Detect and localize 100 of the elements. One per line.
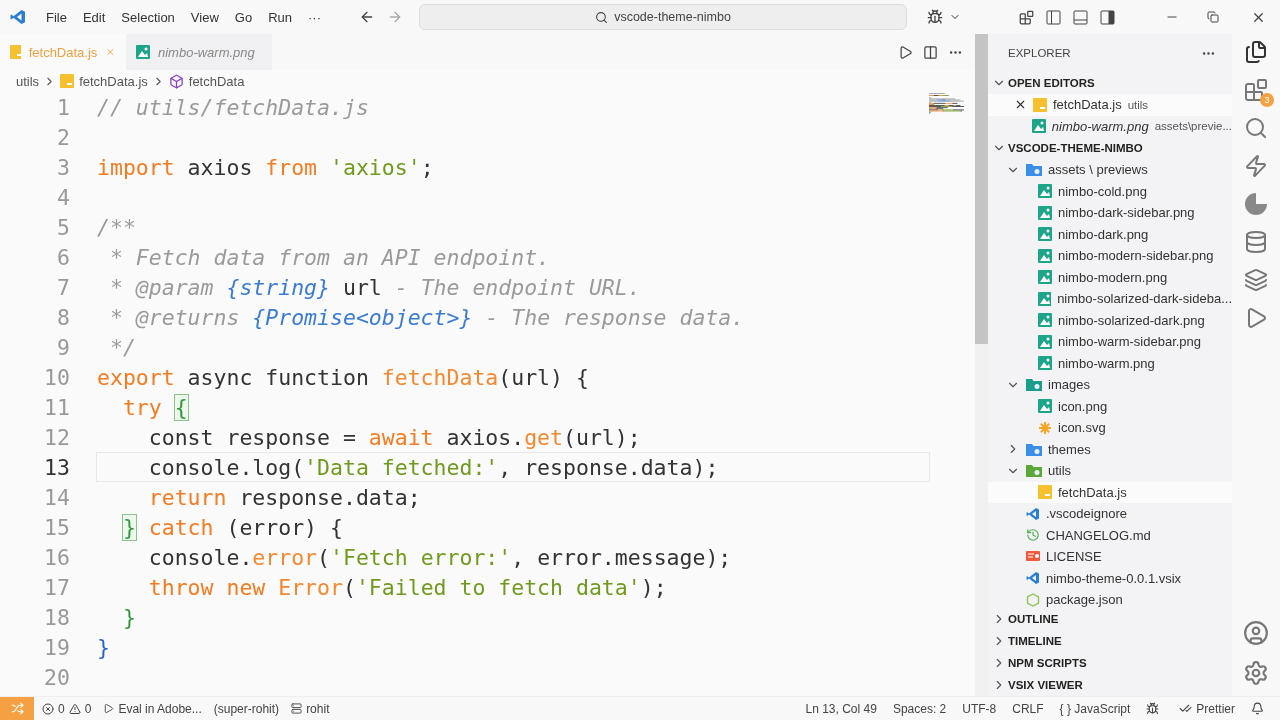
bell-icon[interactable] bbox=[1251, 702, 1264, 715]
image-file-icon bbox=[1038, 227, 1052, 242]
back-arrow-icon[interactable] bbox=[359, 9, 375, 25]
status-text[interactable]: Spaces: 2 bbox=[892, 701, 947, 716]
code-line: } bbox=[96, 633, 111, 662]
line-number: 20 bbox=[43, 664, 70, 690]
status-text[interactable]: rohit bbox=[306, 701, 330, 716]
database-icon[interactable] bbox=[1244, 230, 1268, 254]
explorer-row[interactable]: nimbo-dark-sidebar.png bbox=[988, 202, 1232, 224]
code-line: /** bbox=[96, 213, 137, 242]
tab-label: fetchData.js bbox=[28, 44, 98, 60]
section-header[interactable]: VSCODE-THEME-NIMBO bbox=[988, 137, 1232, 159]
restore-icon[interactable] bbox=[1207, 11, 1219, 23]
menu-item[interactable]: Edit bbox=[74, 9, 114, 25]
explorer-row[interactable]: .vscodeignore bbox=[988, 503, 1232, 525]
file-name: nimbo-solarized-dark.png bbox=[1058, 312, 1205, 328]
js-file-icon bbox=[1033, 97, 1047, 112]
explorer-row[interactable]: nimbo-solarized-dark.png bbox=[988, 309, 1232, 331]
menu-item[interactable]: Selection bbox=[113, 9, 183, 25]
search-icon[interactable] bbox=[1244, 116, 1268, 140]
code-line: */ bbox=[108, 333, 137, 362]
code-line: throw new Error('Failed to fetch data'); bbox=[147, 573, 668, 602]
line-number: 7 bbox=[56, 274, 70, 300]
section-title: TIMELINE bbox=[1008, 635, 1062, 647]
code-line: * Fetch data from an API endpoint. bbox=[108, 243, 552, 272]
explorer-row[interactable]: LICENSE bbox=[988, 546, 1232, 568]
file-name: nimbo-warm.png bbox=[1058, 355, 1155, 371]
status-text[interactable]: CRLF bbox=[1012, 701, 1044, 716]
file-name: nimbo-modern.png bbox=[1058, 269, 1168, 285]
menu-item[interactable]: File bbox=[38, 9, 75, 25]
split-editor-icon[interactable] bbox=[923, 44, 938, 60]
open-editor-item[interactable]: nimbo-warm.png assets\previe... bbox=[988, 115, 1232, 137]
code-line: import axios from 'axios'; bbox=[96, 153, 435, 182]
double-check-icon bbox=[1179, 702, 1193, 715]
explorer-row[interactable]: CHANGELOG.md bbox=[988, 524, 1232, 546]
code-line: } bbox=[121, 603, 137, 632]
file-name: LICENSE bbox=[1046, 549, 1102, 565]
folder-name: utils bbox=[1048, 463, 1072, 479]
layout-icon[interactable] bbox=[1019, 9, 1034, 25]
explorer-row[interactable]: nimbo-cold.png bbox=[988, 180, 1232, 202]
status-text[interactable]: Prettier bbox=[1196, 701, 1235, 716]
menu-item[interactable]: Go bbox=[226, 9, 261, 25]
explorer-row[interactable]: icon.svg bbox=[988, 417, 1232, 439]
pie-icon[interactable] bbox=[1244, 192, 1268, 216]
explorer-row[interactable]: nimbo-solarized-dark-sideba... bbox=[988, 288, 1232, 310]
settings-icon[interactable] bbox=[1243, 660, 1269, 686]
explorer-row[interactable]: fetchData.js bbox=[988, 481, 1232, 503]
menu-item[interactable]: Run bbox=[260, 9, 300, 25]
explorer-row[interactable]: nimbo-theme-0.0.1.vsix bbox=[988, 567, 1232, 589]
status-text[interactable]: UTF-8 bbox=[962, 701, 997, 716]
breadcrumb-item[interactable]: fetchData bbox=[188, 73, 245, 89]
line-number: 5 bbox=[56, 214, 70, 240]
folder-icon bbox=[1026, 163, 1042, 177]
explorer-row[interactable]: nimbo-dark.png bbox=[988, 223, 1232, 245]
explorer-row[interactable]: nimbo-warm.png bbox=[988, 352, 1232, 374]
status-text[interactable]: (super-rohit) bbox=[213, 701, 280, 716]
menu-item[interactable]: ··· bbox=[300, 9, 329, 25]
section-header[interactable]: OUTLINE bbox=[988, 608, 1232, 630]
folder-row[interactable]: assets \ previews bbox=[988, 159, 1232, 181]
explorer-row[interactable]: icon.png bbox=[988, 395, 1232, 417]
js-file-icon bbox=[60, 74, 75, 88]
section-header[interactable]: TIMELINE bbox=[988, 630, 1232, 652]
lightning-icon[interactable] bbox=[1244, 154, 1268, 178]
breadcrumb-item[interactable]: fetchData.js bbox=[79, 73, 148, 89]
explorer-row[interactable]: package.json bbox=[988, 589, 1232, 608]
section-header[interactable]: NPM SCRIPTS bbox=[988, 652, 1232, 674]
explorer-title: EXPLORER bbox=[1008, 47, 1071, 59]
run-icon[interactable] bbox=[898, 44, 913, 60]
search-icon bbox=[595, 10, 609, 24]
folder-row[interactable]: themes bbox=[988, 438, 1232, 460]
status-text[interactable]: Eval in Adobe... bbox=[118, 701, 202, 716]
code-logo-icon[interactable] bbox=[10, 9, 26, 25]
line-number: 9 bbox=[56, 334, 70, 360]
layers-icon[interactable] bbox=[1244, 268, 1268, 292]
explorer-row[interactable]: nimbo-modern.png bbox=[988, 266, 1232, 288]
command-center-search[interactable]: vscode-theme-nimbo bbox=[419, 4, 907, 30]
folder-row[interactable]: images bbox=[988, 374, 1232, 396]
folder-row[interactable]: utils bbox=[988, 460, 1232, 482]
sidebar-left-icon[interactable] bbox=[1046, 9, 1061, 25]
status-text[interactable]: Ln 13, Col 49 bbox=[805, 701, 877, 716]
panel-bottom-icon[interactable] bbox=[1073, 9, 1088, 25]
scrollbar-thumb[interactable] bbox=[975, 34, 988, 344]
line-number: 8 bbox=[56, 304, 70, 330]
files-icon[interactable] bbox=[1244, 40, 1268, 64]
account-icon[interactable] bbox=[1243, 620, 1269, 646]
section-header[interactable]: VSIX VIEWER bbox=[988, 674, 1232, 696]
file-path: assets\previe... bbox=[1154, 120, 1232, 133]
section-header[interactable]: OPEN EDITORS bbox=[988, 72, 1232, 94]
explorer-row[interactable]: nimbo-modern-sidebar.png bbox=[988, 245, 1232, 267]
status-text[interactable]: 0 bbox=[84, 701, 92, 716]
breadcrumb-item[interactable]: utils bbox=[16, 73, 40, 89]
line-number: 1 bbox=[56, 94, 70, 120]
extensions-icon[interactable] bbox=[1244, 78, 1268, 102]
explorer-row[interactable]: nimbo-warm-sidebar.png bbox=[988, 331, 1232, 353]
file-name: nimbo-dark.png bbox=[1058, 226, 1149, 242]
status-text[interactable]: 0 bbox=[58, 701, 65, 716]
status-text[interactable]: { } JavaScript bbox=[1059, 701, 1131, 716]
sidebar-right-icon[interactable] bbox=[1100, 9, 1115, 25]
open-editor-item[interactable]: fetchData.js utils bbox=[988, 94, 1232, 116]
menu-item[interactable]: View bbox=[182, 9, 227, 25]
